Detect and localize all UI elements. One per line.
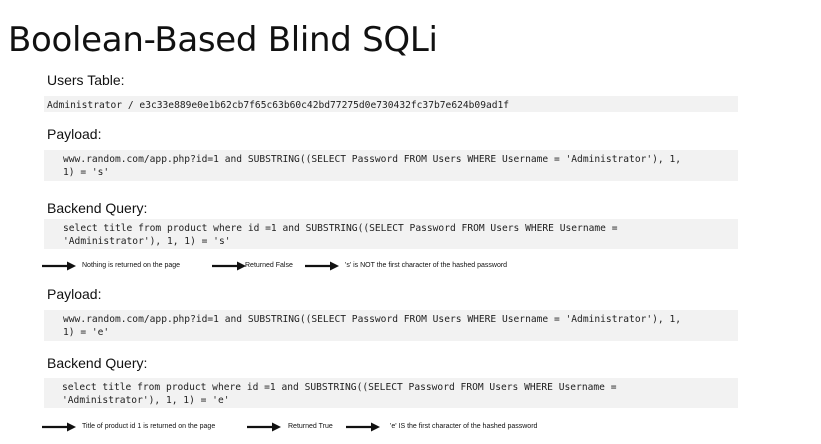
flow-step-2-2: Returned True bbox=[288, 423, 333, 430]
backend-query-label-2: Backend Query: bbox=[47, 355, 148, 371]
payload-code-1-line-2: 1) = 's' bbox=[63, 167, 110, 178]
arrow-right-icon bbox=[42, 421, 76, 433]
flow-step-1-3: 's' is NOT the first character of the ha… bbox=[345, 262, 508, 269]
result-flow-2: Title of product id 1 is returned on the… bbox=[42, 421, 582, 433]
flow-step-1-2: Returned False bbox=[245, 262, 293, 269]
payload-label-1: Payload: bbox=[47, 126, 102, 142]
payload-label-2: Payload: bbox=[47, 286, 102, 302]
backend-query-code-2-line-2: 'Administrator'), 1, 1) = 'e' bbox=[62, 395, 230, 406]
payload-code-1-line-1: www.random.com/app.php?id=1 and SUBSTRIN… bbox=[63, 154, 682, 165]
flow-step-2-3: 'e' IS the first character of the hashed… bbox=[390, 423, 538, 430]
arrow-right-icon bbox=[42, 260, 76, 272]
backend-query-code-1: select title from product where id =1 an… bbox=[44, 219, 738, 249]
backend-query-code-2: select title from product where id =1 an… bbox=[44, 378, 738, 408]
backend-query-label-1: Backend Query: bbox=[47, 200, 148, 216]
flow-step-2-1: Title of product id 1 is returned on the… bbox=[82, 423, 216, 430]
payload-code-2-line-1: www.random.com/app.php?id=1 and SUBSTRIN… bbox=[63, 314, 682, 325]
users-table-label: Users Table: bbox=[47, 72, 125, 88]
page-title: Boolean-Based Blind SQLi bbox=[8, 20, 438, 60]
payload-code-2-line-2: 1) = 'e' bbox=[63, 327, 110, 338]
backend-query-code-1-line-1: select title from product where id =1 an… bbox=[63, 223, 618, 234]
payload-code-1: www.random.com/app.php?id=1 and SUBSTRIN… bbox=[44, 150, 738, 181]
result-flow-1: Nothing is returned on the page Returned… bbox=[42, 260, 562, 272]
arrow-right-icon bbox=[346, 421, 380, 433]
flow-step-1-1: Nothing is returned on the page bbox=[82, 262, 181, 269]
users-table-row-text: Administrator / e3c33e889e0e1b62cb7f65c6… bbox=[47, 100, 510, 111]
arrow-right-icon bbox=[305, 260, 339, 272]
payload-code-2: www.random.com/app.php?id=1 and SUBSTRIN… bbox=[44, 310, 738, 341]
backend-query-code-2-line-1: select title from product where id =1 an… bbox=[62, 382, 617, 393]
arrow-right-icon bbox=[247, 421, 281, 433]
users-table-row: Administrator / e3c33e889e0e1b62cb7f65c6… bbox=[44, 96, 738, 112]
arrow-right-icon bbox=[212, 260, 246, 272]
backend-query-code-1-line-2: 'Administrator'), 1, 1) = 's' bbox=[63, 236, 231, 247]
